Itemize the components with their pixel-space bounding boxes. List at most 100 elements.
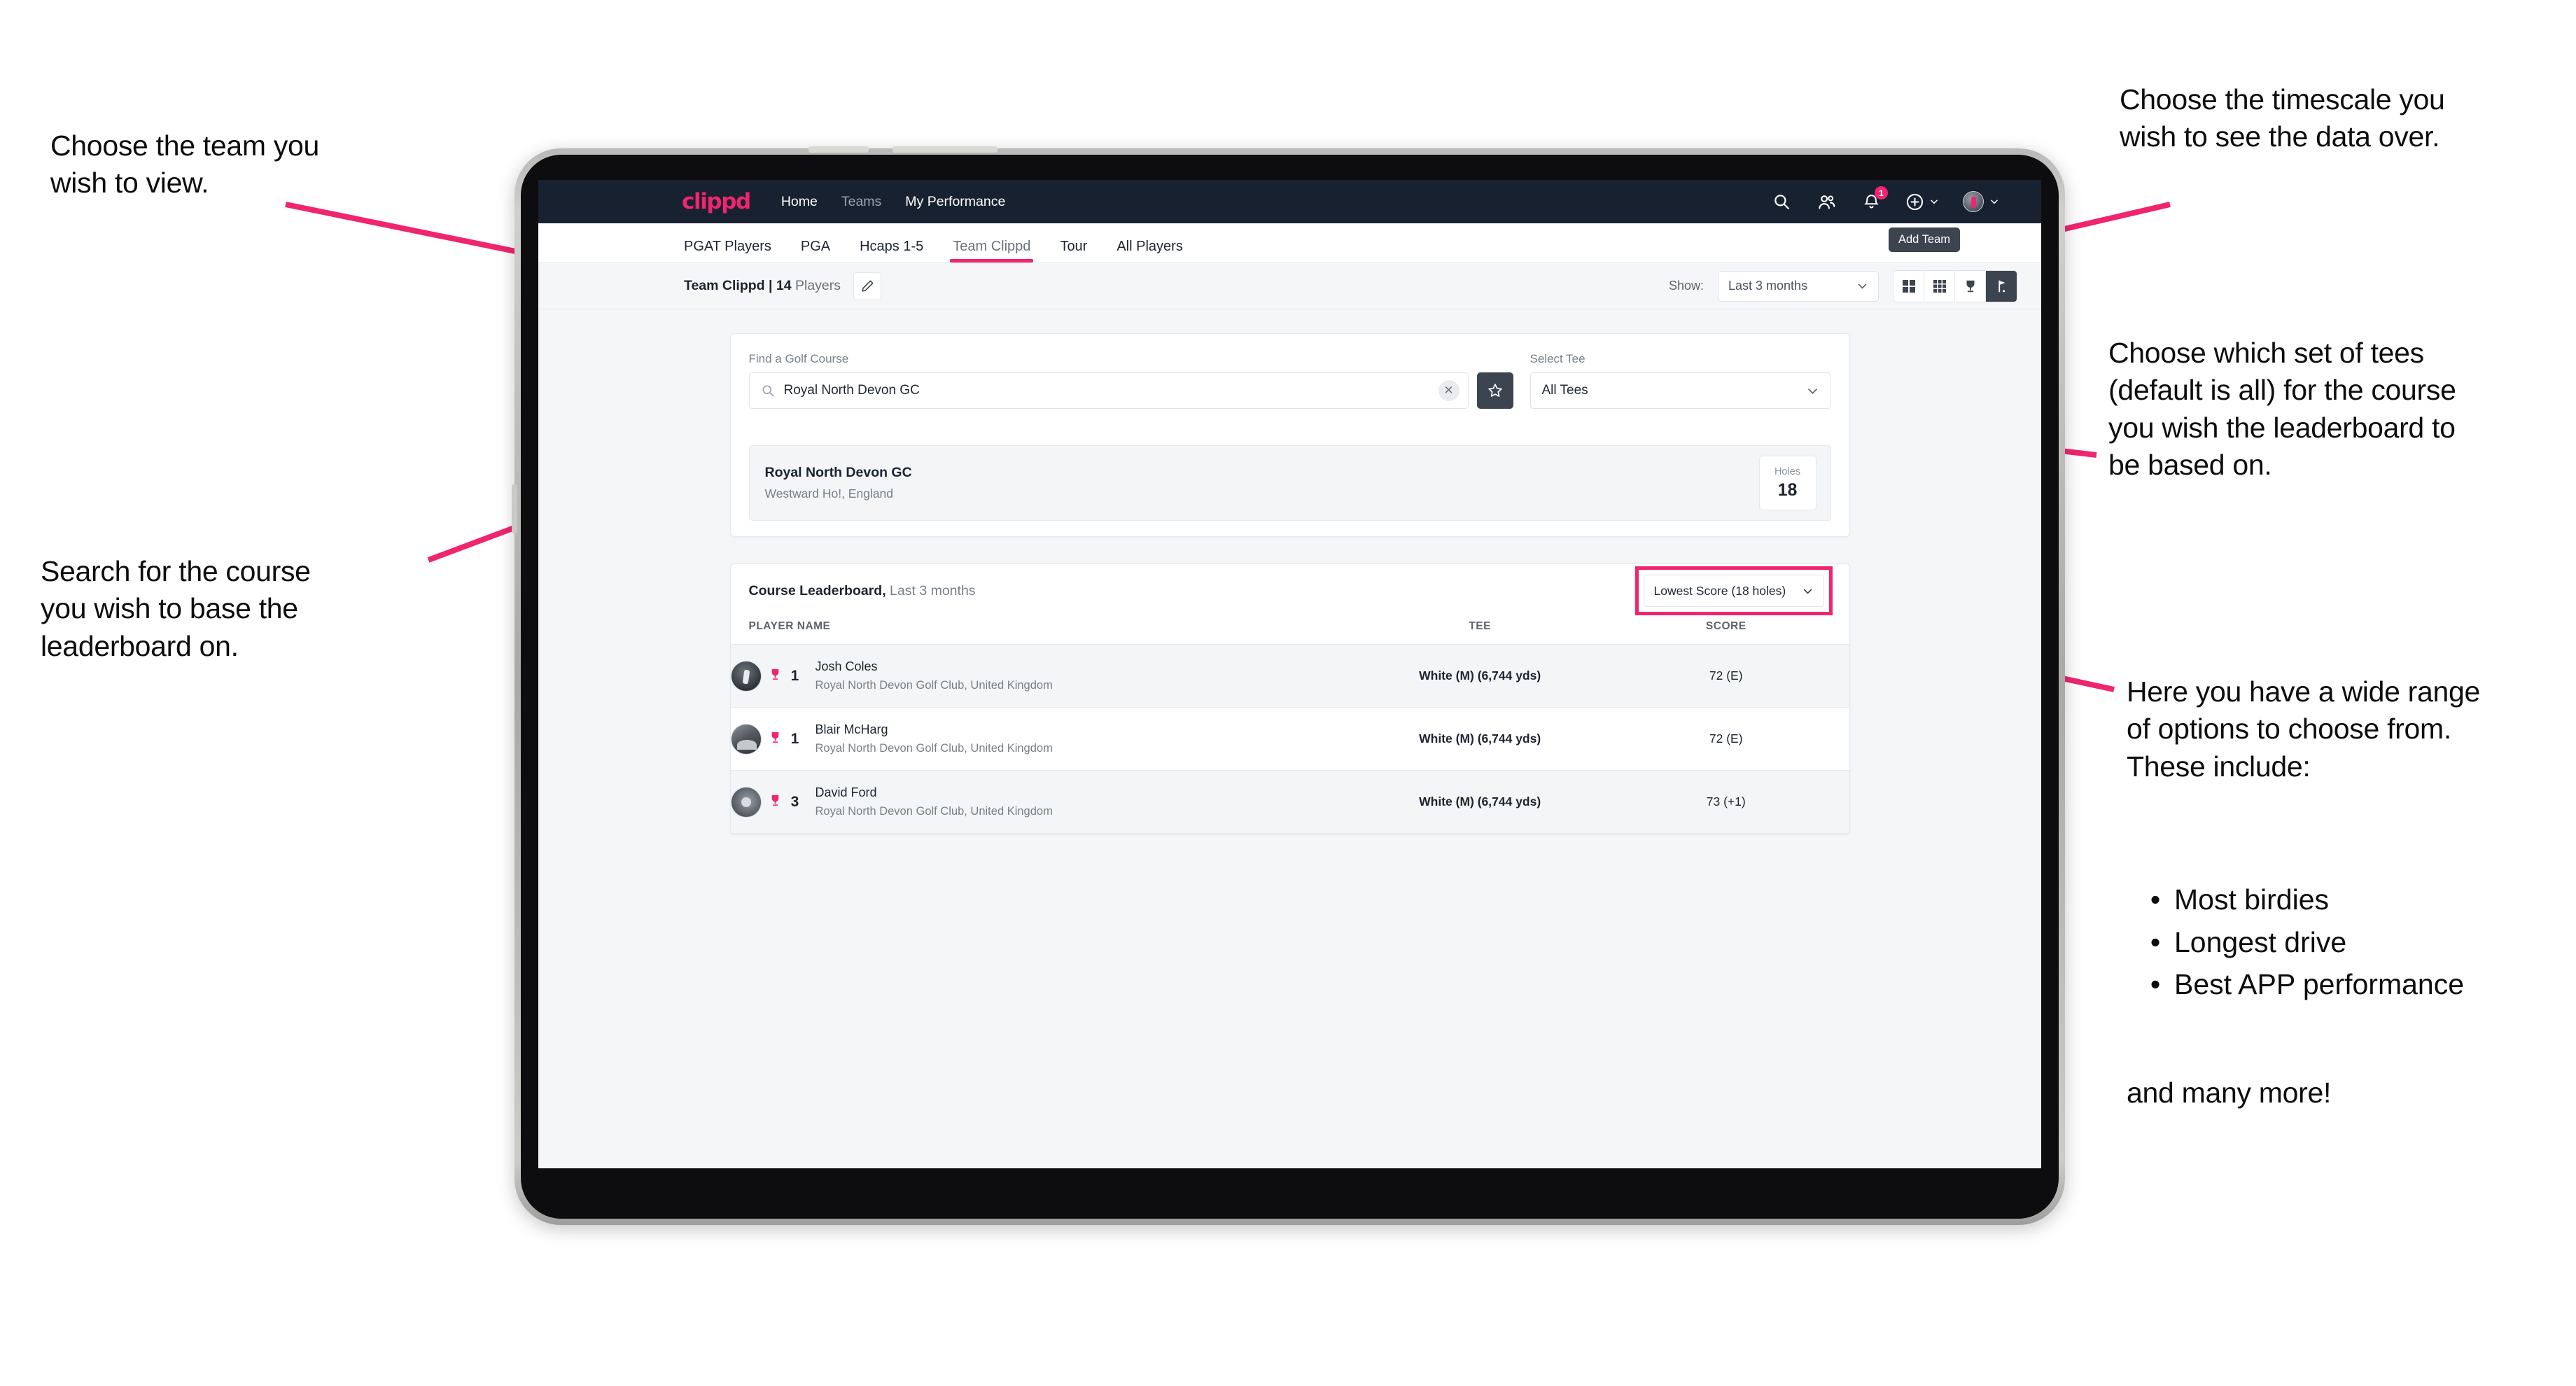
view-trophy-button[interactable] [1955,270,1986,302]
trophy-icon [769,792,782,811]
players-word: Players [791,278,841,293]
profile-menu[interactable] [1963,191,1999,212]
view-grid-3x3-button[interactable] [1924,270,1955,302]
player-tee: White (M) (6,744 yds) [1357,644,1603,708]
course-search-panel: Find a Golf Course Royal North Devon GC … [729,333,1850,537]
close-icon[interactable]: ✕ [1438,380,1460,401]
nav-link-teams[interactable]: Teams [841,194,881,210]
column-score: SCORE [1602,617,1849,645]
plus-icon [1906,193,1924,210]
chevron-down-icon [1858,284,1867,289]
grid-3x3-icon [1933,279,1946,293]
course-result-text: Royal North Devon GC Westward Ho!, Engla… [765,465,912,501]
metric-select-highlight: Lowest Score (18 holes) [1634,566,1833,615]
tee-select[interactable]: All Tees [1530,372,1831,409]
bullet-icon: • [2150,968,2161,1001]
team-separator: | [764,278,776,293]
leaderboard-title-sub: Last 3 months [886,582,976,598]
annotation-option-1: Longest drive [2174,925,2347,958]
tab-hcaps-1-5[interactable]: Hcaps 1-5 [860,239,923,262]
course-result-location: Westward Ho!, England [764,486,894,500]
app-screen: clippd Home Teams My Performance 1 PGAT … [538,180,2041,1168]
holes-label: Holes [1774,465,1801,477]
player-club: Royal North Devon Golf Club, United King… [815,742,1053,755]
notification-badge: 1 [1875,186,1888,200]
power-button [512,484,517,533]
view-flag-button[interactable] [1986,270,2017,302]
holes-badge: Holes 18 [1758,456,1816,510]
leaderboard-table: PLAYER NAME TEE SCORE 1 Josh Coles Royal… [730,617,1849,834]
bell-icon[interactable]: 1 [1861,186,1888,212]
annotation-timescale: Choose the timescale you wish to see the… [2120,83,2445,153]
player-tee: White (M) (6,744 yds) [1357,707,1603,771]
bullet-icon: • [2150,883,2161,916]
annotation-option-2: Best APP performance [2174,968,2465,1001]
player-rank: 1 [790,730,799,747]
avatar[interactable] [1963,191,1984,212]
chevron-down-icon [1991,200,1998,204]
flag-icon [1998,280,2005,292]
navbar-actions: 1 [1771,186,2016,212]
edit-team-button[interactable] [853,272,882,300]
annotation-options-list: • Most birdies • Longest drive • Best APP p… [2149,878,2576,1006]
clippd-logo[interactable]: clippd [682,189,751,214]
course-search-value: Royal North Devon GC [783,383,920,398]
course-search-label: Find a Golf Course [748,352,849,365]
player-name: Josh Coles [815,659,878,673]
course-leaderboard-panel: Course Leaderboard, Last 3 months Lowest… [729,564,1850,834]
leaderboard-header: Course Leaderboard, Last 3 months Lowest… [731,564,1849,617]
course-search-input[interactable]: Royal North Devon GC ✕ [748,372,1469,409]
view-toggle-group [1893,270,2017,302]
nav-link-my-performance[interactable]: My Performance [905,194,1005,210]
people-icon[interactable] [1816,191,1837,212]
annotation-options-outro: and many more! [2127,1077,2332,1109]
timescale-value: Last 3 months [1728,279,1808,293]
annotation-tees: Choose which set of tees (default is all… [2108,337,2456,481]
grid-2x2-icon [1902,279,1915,293]
chevron-down-icon [1803,589,1812,594]
table-row[interactable]: 3 David Ford Royal North Devon Golf Club… [730,770,1849,834]
tab-tour[interactable]: Tour [1060,239,1087,262]
star-icon [1488,384,1502,397]
tablet-device: clippd Home Teams My Performance 1 PGAT … [512,146,2065,1225]
tab-pgat-players[interactable]: PGAT Players [684,239,771,262]
tee-select-field: Select Tee All Tees [1530,352,1831,409]
tee-select-value: All Tees [1541,383,1588,398]
avatar [730,723,762,755]
team-summary: Team Clippd | 14 Players [684,278,841,294]
course-result-card[interactable]: Royal North Devon GC Westward Ho!, Engla… [748,445,1831,521]
chevron-down-icon [1931,200,1938,204]
avatar [730,660,762,692]
holes-value: 18 [1777,479,1798,500]
tab-pga[interactable]: PGA [801,239,830,262]
show-label: Show: [1668,279,1704,293]
view-grid-2x2-button[interactable] [1893,270,1924,302]
table-row[interactable]: 1 Blair McHarg Royal North Devon Golf Cl… [730,707,1849,771]
trophy-icon [769,666,782,685]
course-result-name: Royal North Devon GC [764,465,912,480]
player-name: David Ford [815,785,877,799]
favourite-button[interactable] [1476,372,1513,409]
nav-link-home[interactable]: Home [781,194,818,210]
table-row[interactable]: 1 Josh Coles Royal North Devon Golf Club… [730,644,1849,708]
player-club: Royal North Devon Golf Club, United King… [815,805,1053,818]
player-tee: White (M) (6,744 yds) [1357,770,1603,834]
player-club: Royal North Devon Golf Club, United King… [815,679,1053,692]
volume-button-up [808,146,869,153]
course-search-field: Find a Golf Course Royal North Devon GC … [748,352,1513,409]
player-score: 72 (E) [1602,707,1849,771]
tee-select-label: Select Tee [1530,352,1586,365]
leaderboard-metric-select[interactable]: Lowest Score (18 holes) [1643,575,1824,607]
team-toolbar: Team Clippd | 14 Players Show: Last 3 mo… [538,263,2041,309]
tab-team-clippd[interactable]: Team Clippd [950,239,1034,262]
leaderboard-title-main: Course Leaderboard, [748,582,886,598]
annotation-options-intro: Here you have a wide range of options to… [2127,676,2481,783]
bullet-icon: • [2150,925,2161,958]
tab-all-players[interactable]: All Players [1116,239,1182,262]
add-menu[interactable] [1905,191,1939,212]
timescale-select[interactable]: Last 3 months [1718,270,1879,302]
leaderboard-metric-value: Lowest Score (18 holes) [1653,583,1786,598]
table-header-row: PLAYER NAME TEE SCORE [730,617,1849,645]
player-rank: 3 [790,793,799,810]
search-icon[interactable] [1771,191,1792,212]
